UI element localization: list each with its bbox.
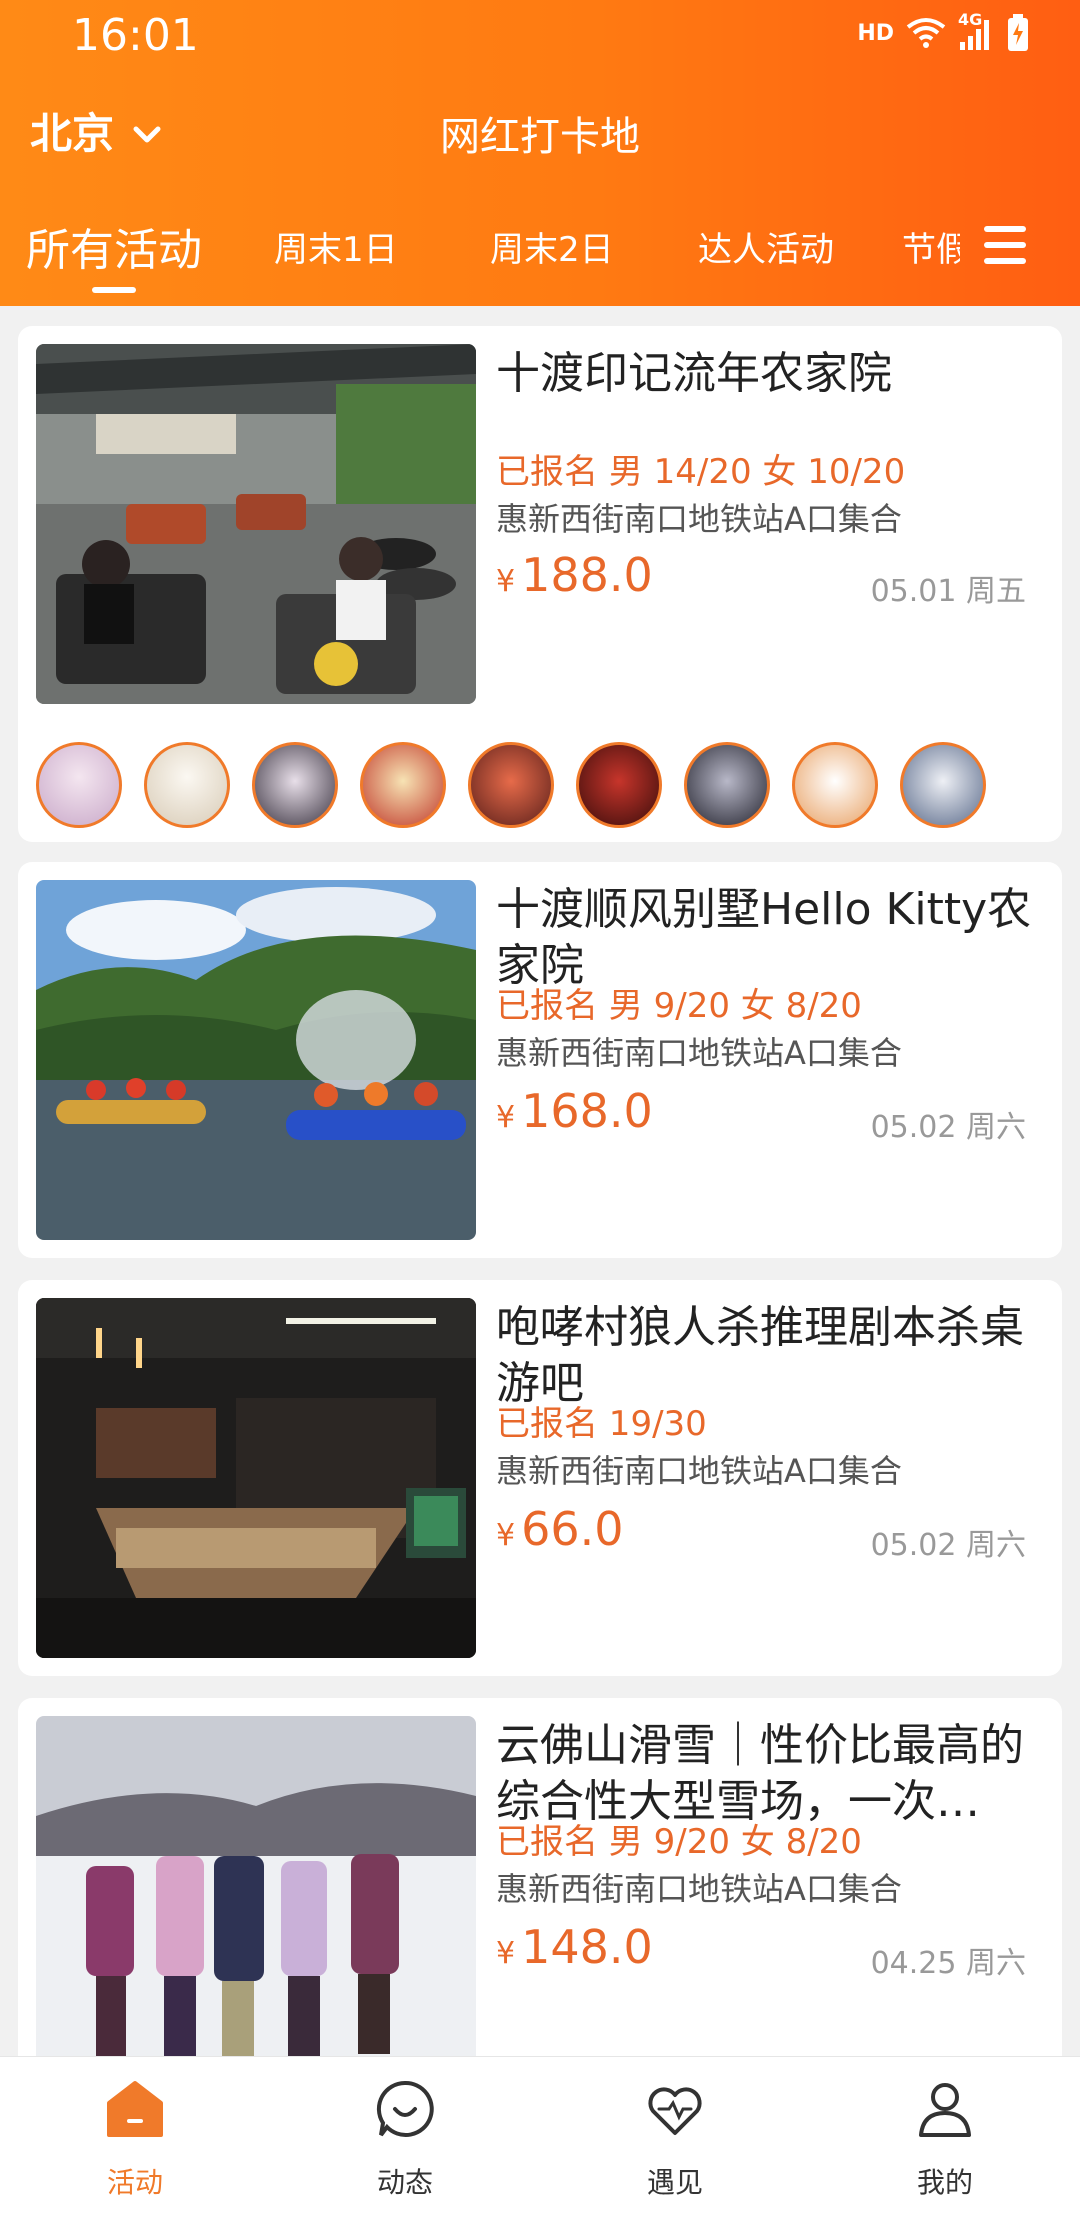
chat-smile-icon bbox=[375, 2079, 435, 2139]
network-label: HD bbox=[857, 20, 894, 46]
activity-image-boardgame bbox=[36, 1298, 476, 1658]
nav-profile[interactable]: 我的 bbox=[810, 2057, 1080, 2221]
activity-date: 04.25 周六 bbox=[870, 1946, 1026, 1981]
status-icons: HD 4G bbox=[857, 10, 1030, 52]
meeting-location: 惠新西街南口地铁站A口集合 bbox=[496, 1034, 902, 1072]
meeting-location: 惠新西街南口地铁站A口集合 bbox=[496, 1452, 902, 1490]
participant-avatars bbox=[36, 742, 986, 828]
price: ¥ 66.0 bbox=[496, 1502, 624, 1556]
tab-weekend-1day[interactable]: 周末1日 bbox=[274, 222, 398, 271]
avatar[interactable] bbox=[144, 742, 230, 828]
signal-icon: 4G bbox=[958, 10, 994, 50]
tab-holiday[interactable]: 节假 bbox=[902, 222, 960, 271]
avatar[interactable] bbox=[360, 742, 446, 828]
activity-image-skiing bbox=[36, 1716, 476, 2076]
tab-all[interactable]: 所有活动 bbox=[26, 214, 202, 278]
activity-date: 05.01 周五 bbox=[870, 574, 1026, 609]
nav-feed[interactable]: 动态 bbox=[270, 2057, 540, 2221]
category-tabs: 所有活动 周末1日 周末2日 达人活动 节假 bbox=[0, 210, 960, 306]
menu-icon[interactable] bbox=[980, 222, 1036, 270]
avatar[interactable] bbox=[36, 742, 122, 828]
signup-count: 已报名 男 9/20 女 8/20 bbox=[496, 986, 862, 1026]
nav-activities[interactable]: 活动 bbox=[0, 2057, 270, 2221]
nav-label: 动态 bbox=[376, 2166, 433, 2199]
activity-date: 05.02 周六 bbox=[870, 1528, 1026, 1563]
avatar[interactable] bbox=[576, 742, 662, 828]
price: ¥ 168.0 bbox=[496, 1084, 653, 1138]
signup-count: 已报名 男 9/20 女 8/20 bbox=[496, 1822, 862, 1862]
avatar[interactable] bbox=[900, 742, 986, 828]
price-amount: 188.0 bbox=[521, 548, 653, 602]
battery-icon bbox=[1006, 14, 1030, 52]
price-amount: 168.0 bbox=[521, 1084, 653, 1138]
network-type: 4G bbox=[958, 10, 983, 29]
heart-icon bbox=[645, 2079, 705, 2139]
price-amount: 66.0 bbox=[521, 1502, 624, 1556]
nav-label: 活动 bbox=[106, 2166, 163, 2199]
avatar[interactable] bbox=[792, 742, 878, 828]
activity-card[interactable]: 十渡印记流年农家院 已报名 男 14/20 女 10/20 惠新西街南口地铁站A… bbox=[18, 326, 1062, 842]
signup-count: 已报名 男 14/20 女 10/20 bbox=[496, 452, 906, 492]
activity-image-rafting bbox=[36, 880, 476, 1240]
avatar[interactable] bbox=[468, 742, 554, 828]
currency-symbol: ¥ bbox=[496, 1518, 516, 1553]
app-header: 16:01 HD 4G 北京 网红打卡地 所有活动 周末1日 周末2日 达人活动… bbox=[0, 0, 1080, 306]
status-time: 16:01 bbox=[72, 10, 199, 61]
currency-symbol: ¥ bbox=[496, 1100, 516, 1135]
wifi-icon bbox=[906, 17, 946, 49]
meeting-location: 惠新西街南口地铁站A口集合 bbox=[496, 500, 902, 538]
activity-card[interactable]: 咆哮村狼人杀推理剧本杀桌游吧 已报名 19/30 惠新西街南口地铁站A口集合 ¥… bbox=[18, 1280, 1062, 1676]
activity-card[interactable]: 云佛山滑雪｜性价比最高的综合性大型雪场，一次… 已报名 男 9/20 女 8/2… bbox=[18, 1698, 1062, 2094]
activity-image-karting bbox=[36, 344, 476, 704]
avatar[interactable] bbox=[684, 742, 770, 828]
nav-label: 我的 bbox=[916, 2166, 973, 2199]
active-tab-indicator bbox=[92, 287, 136, 293]
page-title: 网红打卡地 bbox=[440, 114, 640, 160]
price: ¥ 148.0 bbox=[496, 1920, 653, 1974]
nav-meet[interactable]: 遇见 bbox=[540, 2057, 810, 2221]
nav-label: 遇见 bbox=[646, 2166, 703, 2199]
bottom-nav: 活动 动态 遇见 我的 bbox=[0, 2056, 1080, 2221]
meeting-location: 惠新西街南口地铁站A口集合 bbox=[496, 1870, 902, 1908]
tab-expert[interactable]: 达人活动 bbox=[698, 222, 834, 271]
activity-date: 05.02 周六 bbox=[870, 1110, 1026, 1145]
price-amount: 148.0 bbox=[521, 1920, 653, 1974]
price: ¥ 188.0 bbox=[496, 548, 653, 602]
activity-card[interactable]: 十渡顺风别墅Hello Kitty农家院 已报名 男 9/20 女 8/20 惠… bbox=[18, 862, 1062, 1258]
activity-title: 十渡印记流年农家院 bbox=[496, 348, 892, 399]
signup-count: 已报名 19/30 bbox=[496, 1404, 707, 1444]
user-icon bbox=[915, 2079, 975, 2139]
avatar[interactable] bbox=[252, 742, 338, 828]
home-icon bbox=[105, 2079, 165, 2139]
currency-symbol: ¥ bbox=[496, 1936, 516, 1971]
tab-weekend-2day[interactable]: 周末2日 bbox=[490, 222, 614, 271]
currency-symbol: ¥ bbox=[496, 564, 516, 599]
